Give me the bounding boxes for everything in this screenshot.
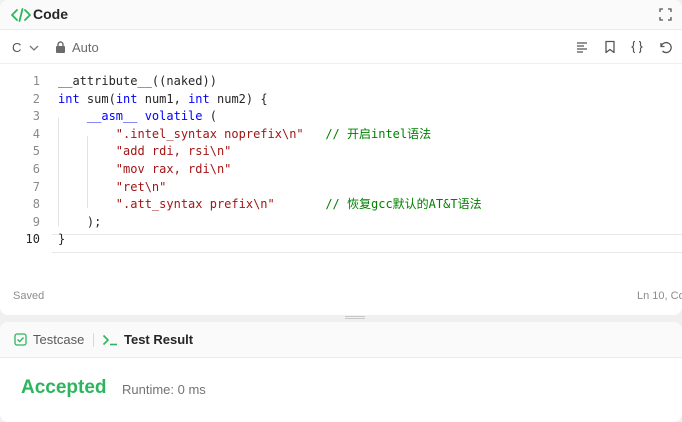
code-token: // 恢复gcc默认的AT&T语法 (274, 197, 482, 212)
line-number: 2 (32, 91, 40, 106)
panel-title: Code (33, 6, 68, 22)
code-token: "add rdi, rsi\n" (58, 144, 232, 159)
code-token: } (58, 232, 66, 247)
code-token: num1, (137, 91, 189, 106)
bookmark-icon[interactable] (603, 40, 617, 54)
code-line-text: "ret\n" (58, 178, 167, 196)
line-number: 5 (32, 144, 40, 159)
code-token: num2) { (209, 91, 268, 106)
code-token: __attribute__((naked)) (58, 74, 217, 88)
editor-toolbar: C Auto (0, 31, 682, 64)
undo-icon[interactable] (658, 40, 672, 54)
panel-resize-handle[interactable] (345, 316, 365, 319)
code-token: ( (202, 109, 217, 124)
code-line-text: int sum(int num1, int num2) { (58, 90, 268, 108)
code-token: ".intel_syntax noprefix\n" (58, 126, 304, 141)
expand-icon[interactable] (659, 8, 672, 21)
code-token: int (58, 91, 80, 106)
code-line-text: "mov rax, rdi\n" (58, 160, 232, 178)
code-line[interactable]: 2 int sum(int num1, int num2) { (0, 90, 682, 108)
result-tabs: Testcase Test Result (0, 322, 682, 358)
checkbox-icon (14, 333, 27, 346)
code-brackets-icon (11, 8, 31, 22)
auto-mode-label[interactable]: Auto (72, 40, 99, 55)
line-number: 6 (32, 162, 40, 176)
code-token: int (115, 91, 138, 106)
code-line-text: __asm__ volatile ( (58, 107, 217, 125)
format-icon[interactable] (575, 40, 589, 54)
code-line[interactable]: 9 ); (0, 213, 682, 231)
code-token: int (188, 91, 210, 106)
code-line-text: ".intel_syntax noprefix\n" // 开启intel语法 (58, 125, 431, 143)
code-line[interactable]: 10} (0, 230, 682, 248)
code-token: __asm__ volatile (58, 109, 203, 124)
save-status: Saved (13, 290, 45, 302)
code-token: sum( (79, 91, 116, 106)
line-number: 1 (32, 74, 40, 88)
language-select[interactable]: C (12, 40, 39, 55)
line-number: 9 (32, 214, 40, 229)
code-token: // 开启intel语法 (303, 126, 432, 141)
code-line[interactable]: 6 "mov rax, rdi\n" (0, 160, 682, 178)
terminal-icon (102, 334, 117, 345)
code-editor[interactable]: 1 __attribute__((naked)) 2 int sum(int num1… (0, 64, 682, 284)
line-number: 3 (32, 109, 40, 124)
language-label: C (12, 40, 22, 55)
code-token: "mov rax, rdi\n" (58, 162, 232, 176)
code-line-text: ".att_syntax prefix\n" // 恢复gcc默认的AT&T语法 (58, 195, 482, 213)
result-panel: Testcase Test Result Accepted Runtime: 0… (0, 322, 682, 422)
verdict-accepted: Accepted (21, 377, 107, 398)
tab-test-result[interactable]: Test Result (102, 332, 193, 347)
runtime-label: Runtime: 0 ms (122, 382, 206, 397)
code-panel: Code C Auto 1 __attribute__((naked)) 2 i… (0, 0, 682, 315)
code-line-text: } (58, 230, 65, 248)
code-token: "ret\n" (58, 179, 167, 194)
line-number: 8 (32, 197, 40, 212)
code-line-text: ); (58, 213, 101, 231)
code-token: ); (58, 214, 102, 229)
tab-divider (93, 333, 94, 347)
chevron-down-icon (29, 45, 39, 51)
code-line[interactable]: 5 "add rdi, rsi\n" (0, 142, 682, 160)
code-line[interactable]: 8 ".att_syntax prefix\n" // 恢复gcc默认的AT&T… (0, 195, 682, 213)
code-line-text: __attribute__((naked)) (58, 72, 217, 90)
braces-icon[interactable] (630, 40, 644, 54)
cursor-position: Ln 10, Co (637, 290, 682, 302)
tab-testcase[interactable]: Testcase (14, 332, 84, 347)
code-line[interactable]: 4 ".intel_syntax noprefix\n" // 开启intel语… (0, 125, 682, 143)
line-number: 10 (25, 232, 40, 247)
code-line[interactable]: 1 __attribute__((naked)) (0, 72, 682, 90)
code-line[interactable]: 3 __asm__ volatile ( (0, 107, 682, 125)
line-number: 7 (32, 179, 40, 194)
code-line-text: "add rdi, rsi\n" (58, 142, 232, 160)
code-panel-header: Code (0, 0, 682, 30)
tab-testcase-label: Testcase (33, 332, 85, 347)
tab-test-result-label: Test Result (124, 332, 194, 347)
code-line[interactable]: 7 "ret\n" (0, 178, 682, 196)
line-number: 4 (32, 126, 40, 141)
code-token: ".att_syntax prefix\n" (58, 197, 275, 212)
lock-icon (56, 41, 65, 53)
